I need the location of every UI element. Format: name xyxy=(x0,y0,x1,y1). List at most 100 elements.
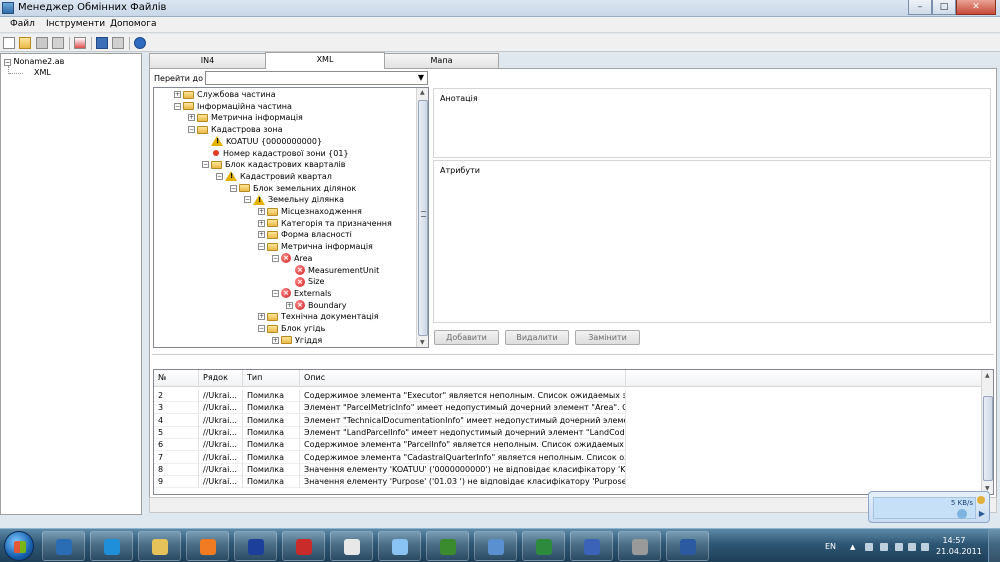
error-list[interactable]: № Рядок Тип Опис 2//Ukrai... Помилка Содер… xyxy=(153,369,994,495)
volume-icon[interactable] xyxy=(921,543,929,551)
expand-icon[interactable]: + xyxy=(258,219,265,227)
validate-xml-icon[interactable] xyxy=(96,37,108,49)
error-row[interactable]: 9//Ukrai... Помилка Значення елементу 'Pur… xyxy=(154,476,626,489)
xml-tree-node[interactable]: − × Area xyxy=(272,253,312,264)
collapse-icon[interactable]: − xyxy=(244,196,251,204)
taskbar-app-button[interactable] xyxy=(474,531,517,561)
tray-app-icon[interactable] xyxy=(865,543,873,551)
xml-tree-node[interactable]: − Кадастровий квартал xyxy=(216,171,332,182)
taskbar-app-button[interactable] xyxy=(234,531,277,561)
collapse-icon[interactable]: − xyxy=(188,126,195,134)
xml-tree-node[interactable]: − Інформаційна частина xyxy=(174,101,292,112)
error-row[interactable]: 6//Ukrai... Помилка Содержимое элемента "P… xyxy=(154,439,626,452)
splitter[interactable] xyxy=(152,354,994,355)
taskbar-app-button[interactable] xyxy=(570,531,613,561)
xml-tree-node[interactable]: KOATUU {0000000000} xyxy=(202,136,322,147)
expand-icon[interactable]: + xyxy=(258,313,265,321)
project-tree-xml[interactable]: XML xyxy=(34,68,51,77)
xml-tree-node[interactable]: − Блок кадастрових кварталів xyxy=(202,159,345,170)
xml-tree-node[interactable]: + Метрична інформація xyxy=(188,112,303,123)
expand-icon[interactable]: + xyxy=(258,208,265,215)
xml-tree-node[interactable]: + × Boundary xyxy=(286,300,347,311)
taskbar-app-button[interactable] xyxy=(282,531,325,561)
column-header-description[interactable]: Опис xyxy=(300,370,626,387)
delete-button[interactable]: Видалити xyxy=(505,330,569,345)
column-header-type[interactable]: Тип xyxy=(243,370,300,387)
scroll-down-icon[interactable]: ▼ xyxy=(420,339,425,346)
expand-icon[interactable]: + xyxy=(286,301,293,309)
show-desktop-button[interactable] xyxy=(988,529,1000,562)
error-row[interactable]: 7//Ukrai... Помилка Содержимое элемента "C… xyxy=(154,451,626,464)
scroll-up-icon[interactable]: ▲ xyxy=(985,372,990,379)
language-indicator[interactable]: EN xyxy=(825,542,836,551)
replace-button[interactable]: Замінити xyxy=(575,330,640,345)
taskbar-app-button[interactable] xyxy=(138,531,181,561)
new-file-icon[interactable] xyxy=(3,37,15,49)
collapse-icon[interactable]: − xyxy=(174,102,181,110)
error-row[interactable]: 5//Ukrai... Помилка Элемент "LandParcelInf… xyxy=(154,426,626,439)
minimize-button[interactable]: – xyxy=(908,0,932,15)
tray-expand-icon[interactable]: ▲ xyxy=(850,543,855,551)
taskbar-app-button[interactable] xyxy=(186,531,229,561)
xml-tree-node[interactable]: − Кадастрова зона xyxy=(188,124,283,135)
taskbar-app-button[interactable] xyxy=(42,531,85,561)
play-icon[interactable]: ▶ xyxy=(979,509,985,518)
xml-tree-node[interactable]: + Категорія та призначення xyxy=(258,218,392,229)
tray-flag-icon[interactable] xyxy=(895,543,903,551)
menu-file[interactable]: Файл xyxy=(10,19,35,29)
remove-icon[interactable] xyxy=(74,37,86,49)
taskbar-app-button[interactable] xyxy=(426,531,469,561)
expand-icon[interactable]: + xyxy=(188,114,195,122)
xml-tree-node[interactable]: − × Externals xyxy=(272,288,331,299)
collapse-icon[interactable]: − xyxy=(202,161,209,169)
settings-icon[interactable] xyxy=(977,496,985,504)
xml-tree-node[interactable]: + Місцезнаходження xyxy=(258,206,362,217)
open-folder-icon[interactable] xyxy=(19,37,31,49)
xml-tree-node[interactable]: − Земельну ділянка xyxy=(244,194,344,205)
network-icon[interactable] xyxy=(908,543,916,551)
menu-help[interactable]: Допомога xyxy=(110,19,156,29)
taskbar-app-button[interactable] xyxy=(90,531,133,561)
save-icon[interactable] xyxy=(36,37,48,49)
close-button[interactable]: ✕ xyxy=(956,0,996,15)
expand-icon[interactable]: + xyxy=(272,336,279,344)
column-header-line[interactable]: Рядок xyxy=(199,370,243,387)
collapse-icon[interactable]: − xyxy=(272,254,279,262)
menu-tools[interactable]: Інструменти xyxy=(46,19,105,29)
errors-vertical-scrollbar[interactable]: ▲ ▼ xyxy=(981,370,993,494)
xml-tree-node[interactable]: + Форма власності xyxy=(258,229,352,240)
xml-tree-node[interactable]: + Технічна документація xyxy=(258,311,379,322)
expand-icon[interactable]: + xyxy=(258,231,265,239)
taskbar-app-button[interactable] xyxy=(618,531,661,561)
xml-tree-node[interactable]: × MeasurementUnit xyxy=(286,265,379,276)
error-row[interactable]: 4//Ukrai... Помилка Элемент "TechnicalDocu… xyxy=(154,414,626,427)
save-all-icon[interactable] xyxy=(52,37,64,49)
collapse-icon[interactable]: − xyxy=(272,289,279,297)
collapse-icon[interactable]: − xyxy=(230,184,237,192)
collapse-icon[interactable]: − xyxy=(258,243,265,251)
project-tree-root[interactable]: − Noname2.ав xyxy=(4,57,64,66)
help-icon[interactable] xyxy=(134,37,146,49)
start-button[interactable] xyxy=(4,531,34,561)
collapse-icon[interactable]: − xyxy=(258,325,265,332)
scroll-thumb[interactable] xyxy=(418,100,428,336)
tab-xml[interactable]: XML xyxy=(265,52,385,69)
maximize-button[interactable]: □ xyxy=(932,0,956,15)
error-row[interactable]: 3//Ukrai... Помилка Элемент "ParcelMetricI… xyxy=(154,402,626,415)
tab-map[interactable]: Мапа xyxy=(384,53,499,68)
column-header-number[interactable]: № xyxy=(154,370,199,387)
xml-tree-node[interactable]: − Метрична інформація xyxy=(258,241,373,252)
tab-in4[interactable]: IN4 xyxy=(149,53,266,68)
xml-tree-node[interactable]: − Блок земельних ділянок xyxy=(230,183,356,194)
xml-tree-node[interactable]: + Службова частина xyxy=(174,89,276,100)
xml-tree-node[interactable]: + Угіддя xyxy=(272,335,322,346)
xml-tree-node[interactable]: × Size xyxy=(286,276,324,287)
taskbar-app-button[interactable] xyxy=(666,531,709,561)
scroll-up-icon[interactable]: ▲ xyxy=(420,89,425,96)
taskbar-app-button[interactable] xyxy=(522,531,565,561)
scroll-thumb[interactable] xyxy=(983,396,993,481)
taskbar-app-button[interactable] xyxy=(378,531,421,561)
tray-device-icon[interactable] xyxy=(880,543,888,551)
add-button[interactable]: Добавити xyxy=(434,330,499,345)
error-row[interactable]: 2//Ukrai... Помилка Содержимое элемента "E… xyxy=(154,390,626,402)
